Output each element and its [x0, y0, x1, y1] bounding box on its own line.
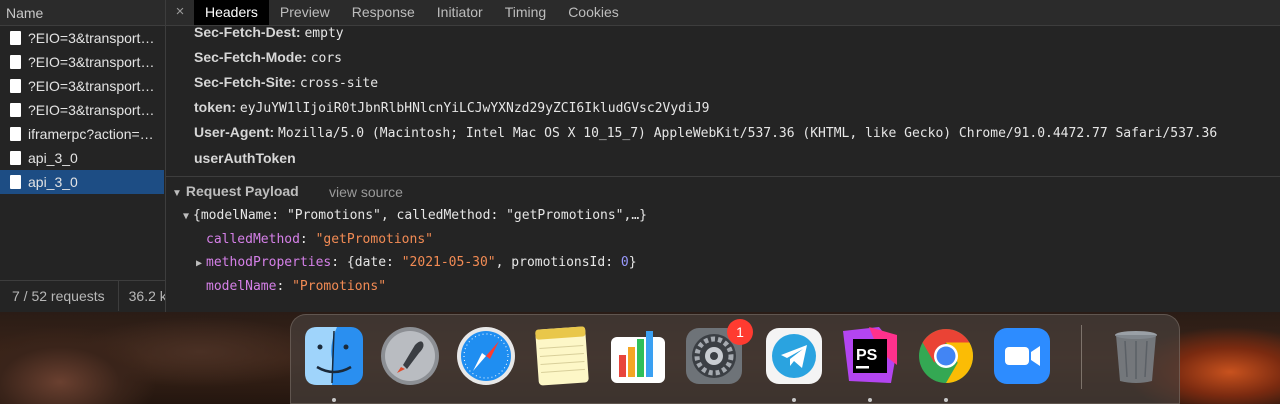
- header-row: Sec-Fetch-Site: cross-site: [194, 74, 378, 91]
- property-value: "2021-05-30": [401, 255, 496, 270]
- header-value: eyJuYW1lIjoiR0tJbnRlbHNlcnYiLCJwYXNzd29y…: [239, 101, 710, 116]
- payload-property-expandable[interactable]: ▶ methodProperties: {date: "2021-05-30", …: [196, 255, 637, 270]
- launchpad-icon[interactable]: [379, 325, 441, 387]
- zoom-icon[interactable]: [991, 325, 1053, 387]
- request-list: Name ?EIO=3&transport… ?EIO=3&transport……: [0, 0, 166, 312]
- header-value: cors: [310, 51, 342, 66]
- header-key: Sec-Fetch-Dest:: [194, 24, 301, 40]
- running-indicator: [944, 398, 948, 402]
- request-name: api_3_0: [28, 150, 78, 166]
- request-row[interactable]: ?EIO=3&transport…: [0, 26, 164, 50]
- property-key: methodProperties: [206, 255, 332, 270]
- phpstorm-label: PS: [856, 347, 878, 364]
- payload-object: {modelName: "Promotions", calledMethod: …: [193, 208, 647, 223]
- request-row-selected[interactable]: api_3_0: [0, 170, 164, 194]
- request-row[interactable]: ?EIO=3&transport…: [0, 98, 164, 122]
- request-name: iframerpc?action=…: [28, 126, 154, 142]
- request-name: ?EIO=3&transport…: [28, 30, 155, 46]
- column-header-name[interactable]: Name: [0, 0, 165, 26]
- header-value: Mozilla/5.0 (Macintosh; Intel Mac OS X 1…: [278, 126, 1218, 141]
- request-row[interactable]: api_3_0: [0, 146, 164, 170]
- tab-preview[interactable]: Preview: [269, 0, 341, 25]
- document-icon: [10, 31, 21, 45]
- header-key: token:: [194, 99, 236, 115]
- object-close: }: [628, 255, 637, 270]
- tab-response[interactable]: Response: [341, 0, 426, 25]
- view-source-link[interactable]: view source: [329, 184, 403, 200]
- telegram-icon[interactable]: [763, 325, 825, 387]
- triangle-down-icon: ▼: [172, 188, 182, 199]
- header-key: User-Agent:: [194, 124, 275, 140]
- property-value: "getPromotions": [315, 232, 433, 247]
- request-payload-toggle[interactable]: ▼ Request Payload: [172, 183, 299, 199]
- header-value: cross-site: [299, 76, 379, 91]
- phpstorm-icon[interactable]: PS: [839, 325, 901, 387]
- notification-badge: 1: [727, 319, 753, 345]
- running-indicator: [332, 398, 336, 402]
- property-key: calledMethod: [206, 232, 300, 247]
- object-open: {date:: [346, 255, 402, 270]
- request-row[interactable]: ?EIO=3&transport…: [0, 50, 164, 74]
- numbers-icon[interactable]: [607, 325, 669, 387]
- status-bar: 7 / 52 requests 36.2 k: [0, 280, 165, 312]
- request-count: 7 / 52 requests: [12, 288, 105, 304]
- object-mid: , promotionsId:: [495, 255, 621, 270]
- dock: 1 PS: [290, 314, 1180, 404]
- request-name: ?EIO=3&transport…: [28, 102, 155, 118]
- document-icon: [10, 103, 21, 117]
- triangle-down-icon: ▼: [183, 211, 190, 222]
- transfer-size: 36.2 k: [128, 288, 165, 304]
- request-name: ?EIO=3&transport…: [28, 78, 155, 94]
- divider: [117, 281, 119, 311]
- running-indicator: [868, 398, 872, 402]
- document-icon: [10, 175, 21, 189]
- property-key: modelName: [206, 279, 277, 294]
- finder-icon[interactable]: [303, 325, 365, 387]
- notes-icon[interactable]: [531, 325, 593, 387]
- tab-initiator[interactable]: Initiator: [426, 0, 494, 25]
- divider: [166, 176, 1280, 177]
- close-icon[interactable]: ×: [166, 0, 194, 25]
- triangle-right-icon: ▶: [196, 258, 203, 269]
- colon: :: [331, 255, 347, 270]
- header-key: Sec-Fetch-Site:: [194, 74, 296, 90]
- header-key: userAuthToken: [194, 150, 296, 166]
- trash-icon[interactable]: [1105, 325, 1167, 387]
- request-row[interactable]: iframerpc?action=…: [0, 122, 164, 146]
- request-row[interactable]: ?EIO=3&transport…: [0, 74, 164, 98]
- header-row: Sec-Fetch-Dest: empty: [194, 24, 344, 41]
- payload-property: calledMethod: "getPromotions": [206, 232, 433, 247]
- property-value: "Promotions": [292, 279, 387, 294]
- document-icon: [10, 127, 21, 141]
- header-row: User-Agent: Mozilla/5.0 (Macintosh; Inte…: [194, 124, 1217, 141]
- tab-cookies[interactable]: Cookies: [557, 0, 630, 25]
- request-name: api_3_0: [28, 174, 78, 190]
- tab-headers[interactable]: Headers: [194, 0, 269, 25]
- header-key: Sec-Fetch-Mode:: [194, 49, 307, 65]
- safari-icon[interactable]: [455, 325, 517, 387]
- header-row: token: eyJuYW1lIjoiR0tJbnRlbHNlcnYiLCJwY…: [194, 99, 710, 116]
- payload-summary[interactable]: ▼ {modelName: "Promotions", calledMethod:…: [183, 208, 647, 223]
- payload-property: modelName: "Promotions": [206, 279, 386, 294]
- colon: :: [276, 279, 293, 294]
- header-row: Sec-Fetch-Mode: cors: [194, 49, 342, 66]
- request-name: ?EIO=3&transport…: [28, 54, 155, 70]
- header-row: userAuthToken: [194, 150, 296, 166]
- colon: :: [299, 232, 316, 247]
- request-details: × Headers Preview Response Initiator Tim…: [166, 0, 1280, 312]
- running-indicator: [792, 398, 796, 402]
- document-icon: [10, 79, 21, 93]
- details-tabbar: × Headers Preview Response Initiator Tim…: [166, 0, 1280, 26]
- header-value: empty: [304, 26, 344, 41]
- devtools-network-panel: Name ?EIO=3&transport… ?EIO=3&transport……: [0, 0, 1280, 312]
- property-value: 0: [620, 255, 629, 270]
- document-icon: [10, 151, 21, 165]
- chrome-icon[interactable]: [915, 325, 977, 387]
- section-title: Request Payload: [185, 183, 299, 199]
- tab-timing[interactable]: Timing: [494, 0, 558, 25]
- dock-separator: [1081, 325, 1082, 389]
- document-icon: [10, 55, 21, 69]
